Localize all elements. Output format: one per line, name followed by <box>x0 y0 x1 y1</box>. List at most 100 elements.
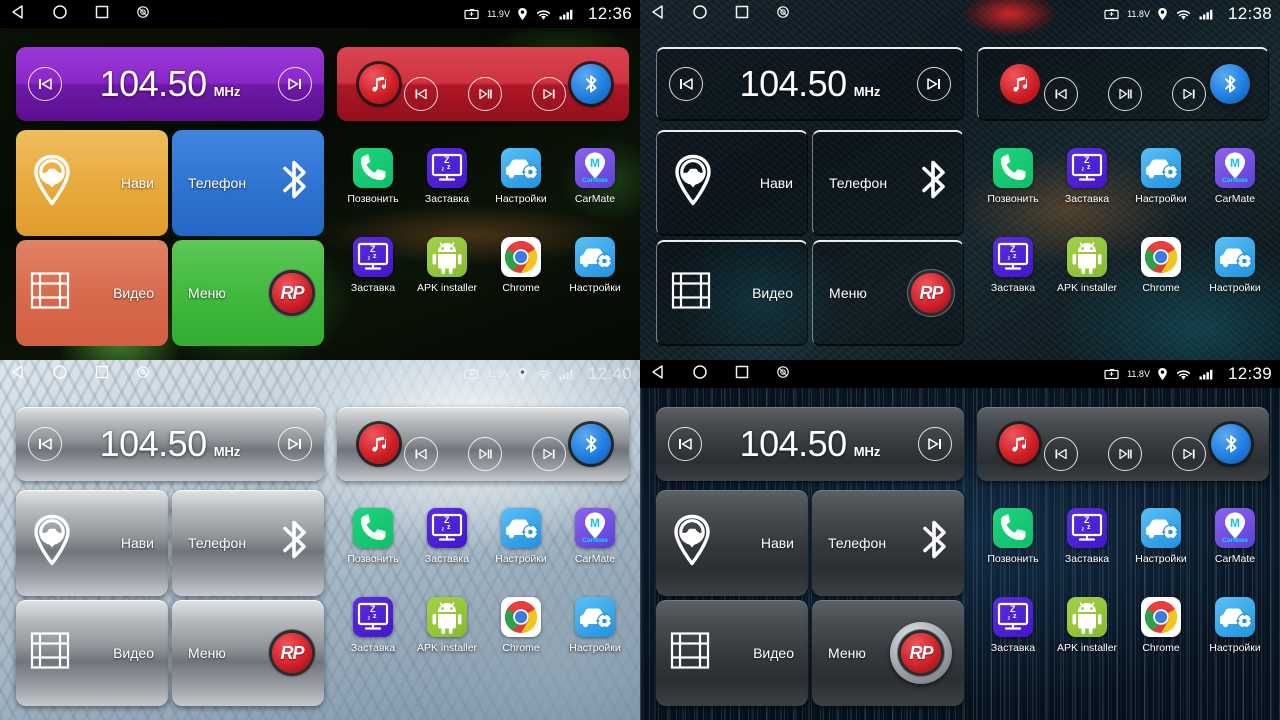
radio-next-button[interactable] <box>277 67 312 101</box>
app-icon[interactable]: Zzz Заставка <box>976 237 1050 294</box>
screenshot-icon[interactable] <box>776 365 790 384</box>
home-icon[interactable] <box>52 364 68 385</box>
radio-prev-button[interactable] <box>28 427 62 461</box>
back-icon[interactable] <box>10 4 26 25</box>
back-icon[interactable] <box>650 4 666 25</box>
media-widget[interactable] <box>337 47 629 121</box>
app-icon[interactable]: Zzz Заставка <box>336 597 410 654</box>
app-icon[interactable]: Zzz Заставка <box>976 597 1050 654</box>
radio-widget[interactable]: 104.50 MHz <box>656 47 964 121</box>
app-icon[interactable]: APK installer <box>1050 237 1124 294</box>
screensaver-icon[interactable]: Zzz <box>353 597 393 637</box>
app-icon[interactable]: APK installer <box>1050 597 1124 654</box>
screenshot-icon[interactable] <box>776 5 790 24</box>
radio-widget[interactable]: 104.50 MHz <box>16 407 324 481</box>
car-settings-icon[interactable] <box>1141 148 1181 188</box>
media-play-pause-button[interactable] <box>1108 77 1142 111</box>
radio-prev-button[interactable] <box>668 427 702 461</box>
app-icon[interactable]: Zzz Заставка <box>336 237 410 294</box>
tile-video[interactable]: Видео <box>16 600 168 706</box>
chrome-icon[interactable] <box>501 237 541 277</box>
music-note-icon[interactable] <box>359 424 399 464</box>
tile-menu[interactable]: RP Меню <box>172 240 324 346</box>
media-widget[interactable] <box>977 407 1269 481</box>
android-icon[interactable] <box>1067 597 1107 637</box>
android-icon[interactable] <box>427 237 467 277</box>
tile-phone[interactable]: Телефон <box>172 490 324 596</box>
android-icon[interactable] <box>1067 237 1107 277</box>
carmate-icon[interactable]: M CarMate <box>1215 508 1255 548</box>
bluetooth-icon[interactable] <box>1211 424 1251 464</box>
app-icon[interactable]: APK installer <box>410 597 484 654</box>
chrome-icon[interactable] <box>1141 597 1181 637</box>
carmate-icon[interactable]: M CarMate <box>575 508 615 548</box>
recents-icon[interactable] <box>734 364 750 385</box>
app-icon[interactable]: Настройки <box>1124 508 1198 565</box>
home-icon[interactable] <box>692 4 708 25</box>
car-settings-icon[interactable] <box>1141 508 1181 548</box>
car-settings-icon[interactable] <box>1215 237 1255 277</box>
recents-icon[interactable] <box>94 364 110 385</box>
music-note-icon[interactable] <box>999 424 1039 464</box>
radio-widget[interactable]: 104.50 MHz <box>656 407 964 481</box>
app-icon[interactable]: Позвонить <box>336 508 410 565</box>
app-icon[interactable]: Позвонить <box>336 148 410 205</box>
app-icon[interactable]: Chrome <box>484 237 558 294</box>
app-icon[interactable]: Chrome <box>1124 597 1198 654</box>
media-next-button[interactable] <box>1172 77 1206 111</box>
screensaver-icon[interactable]: Zzz <box>993 237 1033 277</box>
back-icon[interactable] <box>10 364 26 385</box>
app-icon[interactable]: Zzz Заставка <box>1050 508 1124 565</box>
rp-logo-button[interactable]: RP <box>890 622 952 684</box>
screensaver-icon[interactable]: Zzz <box>993 597 1033 637</box>
music-note-icon[interactable] <box>359 64 399 104</box>
screenshot-icon[interactable] <box>136 365 150 384</box>
app-icon[interactable]: M CarMate CarMate <box>1198 508 1272 565</box>
radio-next-button[interactable] <box>917 427 952 461</box>
app-icon[interactable]: Chrome <box>1124 237 1198 294</box>
bluetooth-icon[interactable] <box>571 424 611 464</box>
app-icon[interactable]: M CarMate CarMate <box>558 148 632 205</box>
recents-icon[interactable] <box>734 4 750 25</box>
back-icon[interactable] <box>650 364 666 385</box>
app-icon[interactable]: Настройки <box>1124 148 1198 205</box>
car-settings-icon[interactable] <box>1215 597 1255 637</box>
tile-menu[interactable]: RP Меню <box>812 600 964 706</box>
app-icon[interactable]: Настройки <box>1198 597 1272 654</box>
home-icon[interactable] <box>52 4 68 25</box>
tile-menu[interactable]: RP Меню <box>812 240 964 346</box>
phone-handset-icon[interactable] <box>993 148 1033 188</box>
bluetooth-icon[interactable] <box>1210 64 1250 104</box>
media-play-pause-button[interactable] <box>468 77 502 111</box>
tile-phone[interactable]: Телефон <box>812 130 964 236</box>
tile-nav[interactable]: Нави <box>656 130 808 236</box>
car-settings-icon[interactable] <box>575 597 615 637</box>
car-settings-icon[interactable] <box>575 237 615 277</box>
tile-video[interactable]: Видео <box>656 600 808 706</box>
screensaver-icon[interactable]: Zzz <box>353 237 393 277</box>
radio-prev-button[interactable] <box>28 67 62 101</box>
media-next-button[interactable] <box>532 437 566 471</box>
media-prev-button[interactable] <box>1044 437 1078 471</box>
media-widget[interactable] <box>337 407 629 481</box>
tile-phone[interactable]: Телефон <box>172 130 324 236</box>
app-icon[interactable]: Zzz Заставка <box>1050 148 1124 205</box>
app-icon[interactable]: APK installer <box>410 237 484 294</box>
app-icon[interactable]: Настройки <box>484 148 558 205</box>
android-icon[interactable] <box>427 597 467 637</box>
app-icon[interactable]: Настройки <box>484 508 558 565</box>
app-icon[interactable]: Позвонить <box>976 148 1050 205</box>
app-icon[interactable]: Zzz Заставка <box>410 148 484 205</box>
phone-handset-icon[interactable] <box>993 508 1033 548</box>
media-play-pause-button[interactable] <box>468 437 502 471</box>
media-next-button[interactable] <box>1172 437 1206 471</box>
phone-handset-icon[interactable] <box>353 148 393 188</box>
chrome-icon[interactable] <box>1141 237 1181 277</box>
bluetooth-icon[interactable] <box>571 64 611 104</box>
tile-nav[interactable]: Нави <box>656 490 808 596</box>
app-icon[interactable]: Позвонить <box>976 508 1050 565</box>
radio-next-button[interactable] <box>916 67 951 101</box>
screensaver-icon[interactable]: Zzz <box>1067 508 1107 548</box>
screenshot-icon[interactable] <box>136 5 150 24</box>
app-icon[interactable]: Zzz Заставка <box>410 508 484 565</box>
